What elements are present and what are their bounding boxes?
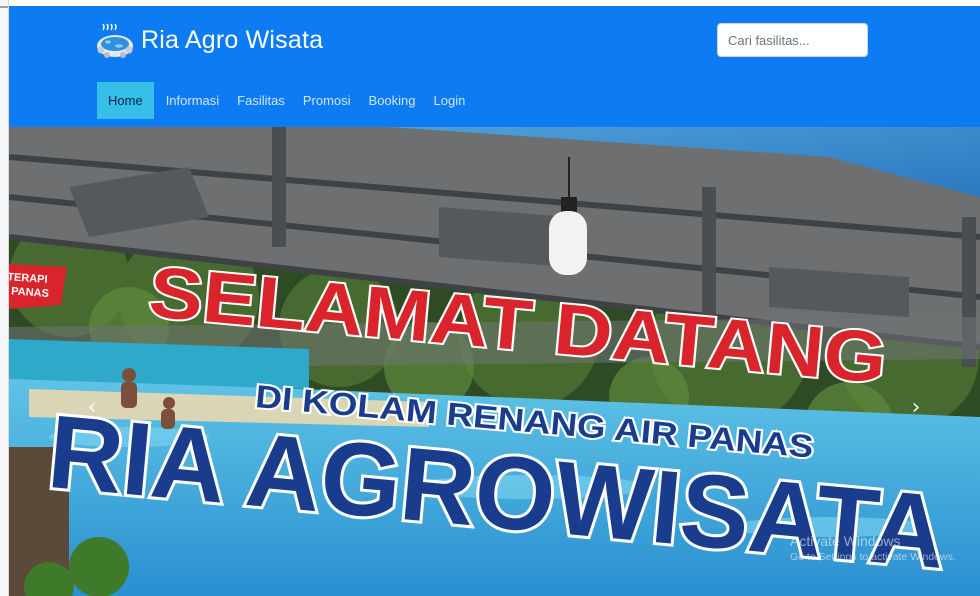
brand-title: Ria Agro Wisata bbox=[141, 25, 324, 54]
main-nav: Home Informasi Fasilitas Promosi Booking… bbox=[97, 82, 477, 119]
navbar: Ria Agro Wisata Home Informasi Fasilitas… bbox=[9, 6, 980, 127]
nav-item-promosi[interactable]: Promosi bbox=[297, 82, 357, 119]
hero-slide-image: TERAPI PANAS SELAMAT DATANG DI KOLAM REN… bbox=[9, 127, 980, 596]
hero-carousel: TERAPI PANAS SELAMAT DATANG DI KOLAM REN… bbox=[9, 127, 980, 596]
nav-item-login[interactable]: Login bbox=[428, 82, 472, 119]
window-edge bbox=[0, 0, 9, 596]
chevron-left-icon[interactable]: ‹ bbox=[77, 392, 107, 422]
nav-item-fasilitas[interactable]: Fasilitas bbox=[231, 82, 291, 119]
nav-item-booking[interactable]: Booking bbox=[363, 82, 422, 119]
nav-item-informasi[interactable]: Informasi bbox=[160, 82, 225, 119]
browser-viewport: Ria Agro Wisata Home Informasi Fasilitas… bbox=[0, 0, 980, 596]
watermark-title: Activate Windows bbox=[790, 533, 901, 549]
watermark-subtitle: Go to Settings to activate Windows. bbox=[790, 551, 956, 563]
nav-item-home[interactable]: Home bbox=[97, 82, 154, 119]
search-input[interactable] bbox=[717, 23, 868, 57]
brand-link[interactable]: Ria Agro Wisata bbox=[95, 18, 323, 62]
windows-activation-watermark: Activate Windows Go to Settings to activ… bbox=[790, 533, 956, 563]
edge-tick bbox=[0, 6, 8, 8]
chevron-right-icon[interactable]: › bbox=[901, 392, 931, 422]
hot-spring-icon bbox=[95, 20, 135, 60]
